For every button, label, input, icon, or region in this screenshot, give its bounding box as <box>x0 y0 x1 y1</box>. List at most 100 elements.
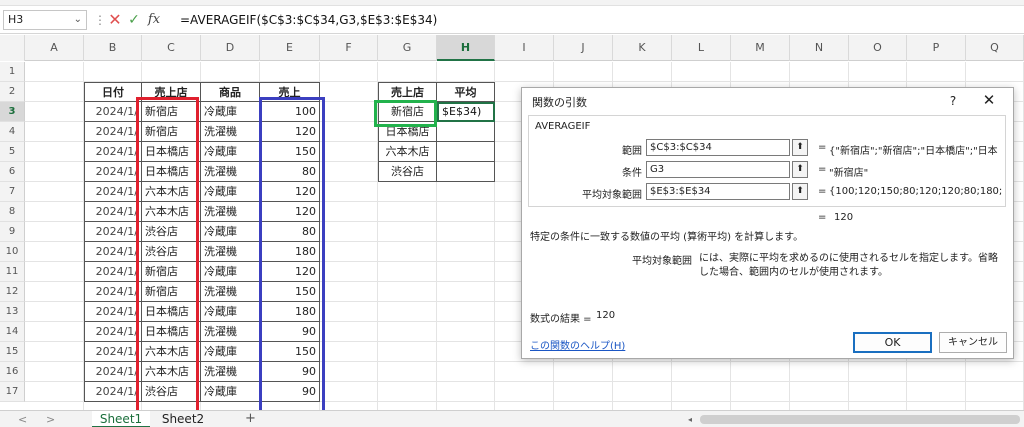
more-options-icon[interactable]: ⋮ <box>94 14 106 26</box>
sheet-tab-sheet1[interactable]: Sheet1 <box>92 411 150 427</box>
sales-cell[interactable]: 90 <box>260 322 320 342</box>
column-header-j[interactable]: J <box>554 35 613 61</box>
cancel-button[interactable]: キャンセル <box>939 332 1007 353</box>
table-header-cell[interactable]: 日付 <box>84 82 142 102</box>
scroll-left-arrow-icon[interactable]: ◂ <box>688 411 692 427</box>
row-header-6[interactable]: 6 <box>0 162 25 182</box>
date-cell[interactable]: 2024/1/ <box>84 322 142 342</box>
summary-header-cell[interactable]: 売上店 <box>378 82 437 102</box>
product-cell[interactable]: 洗濯機 <box>201 242 260 262</box>
add-sheet-icon[interactable]: + <box>245 411 256 427</box>
date-cell[interactable]: 2024/1/ <box>84 282 142 302</box>
product-cell[interactable]: 冷蔵庫 <box>201 262 260 282</box>
row-header-5[interactable]: 5 <box>0 142 25 162</box>
row-header-10[interactable]: 10 <box>0 242 25 262</box>
product-cell[interactable]: 冷蔵庫 <box>201 342 260 362</box>
active-cell-h3[interactable]: $E$34) <box>437 102 495 122</box>
summary-store-cell[interactable]: 日本橋店 <box>378 122 437 142</box>
date-cell[interactable]: 2024/1/ <box>84 182 142 202</box>
collapse-dialog-icon[interactable]: ⬆ <box>792 183 808 200</box>
sales-cell[interactable]: 90 <box>260 382 320 402</box>
range-input[interactable]: $C$3:$C$34 <box>646 139 790 156</box>
date-cell[interactable]: 2024/1/ <box>84 142 142 162</box>
column-header-l[interactable]: L <box>672 35 731 61</box>
formula-input[interactable]: =AVERAGEIF($C$3:$C$34,G3,$E$3:$E$34) <box>180 10 437 30</box>
summary-store-cell[interactable]: 六本木店 <box>378 142 437 162</box>
row-header-16[interactable]: 16 <box>0 362 25 382</box>
sales-cell[interactable]: 120 <box>260 202 320 222</box>
store-cell[interactable]: 渋谷店 <box>142 242 201 262</box>
date-cell[interactable]: 2024/1/ <box>84 362 142 382</box>
column-header-n[interactable]: N <box>790 35 849 61</box>
sheet-tab-sheet2[interactable]: Sheet2 <box>154 411 212 427</box>
average-range-input[interactable]: $E$3:$E$34 <box>646 183 790 200</box>
sales-cell[interactable]: 150 <box>260 282 320 302</box>
store-cell[interactable]: 日本橋店 <box>142 302 201 322</box>
row-header-15[interactable]: 15 <box>0 342 25 362</box>
date-cell[interactable]: 2024/1/ <box>84 342 142 362</box>
store-cell[interactable]: 日本橋店 <box>142 142 201 162</box>
summary-header-cell[interactable]: 平均 <box>437 82 495 102</box>
column-header-c[interactable]: C <box>142 35 201 61</box>
row-header-8[interactable]: 8 <box>0 202 25 222</box>
product-cell[interactable]: 洗濯機 <box>201 362 260 382</box>
store-cell[interactable]: 六本木店 <box>142 182 201 202</box>
store-cell[interactable]: 新宿店 <box>142 282 201 302</box>
name-box[interactable]: H3 ⌄ <box>3 10 87 30</box>
store-cell[interactable]: 六本木店 <box>142 202 201 222</box>
summary-store-cell[interactable]: 渋谷店 <box>378 162 437 182</box>
function-help-link[interactable]: この関数のヘルプ(H) <box>530 337 625 352</box>
product-cell[interactable]: 冷蔵庫 <box>201 102 260 122</box>
store-cell[interactable]: 渋谷店 <box>142 222 201 242</box>
store-cell[interactable]: 新宿店 <box>142 262 201 282</box>
row-header-2[interactable]: 2 <box>0 82 25 102</box>
store-cell[interactable]: 日本橋店 <box>142 162 201 182</box>
help-icon[interactable]: ? <box>945 92 961 110</box>
ok-button[interactable]: OK <box>853 332 932 353</box>
column-header-b[interactable]: B <box>84 35 142 61</box>
store-cell[interactable]: 渋谷店 <box>142 382 201 402</box>
column-header-d[interactable]: D <box>201 35 260 61</box>
enter-check-icon[interactable]: ✓ <box>126 10 142 30</box>
column-header-i[interactable]: I <box>495 35 554 61</box>
row-header-17[interactable]: 17 <box>0 382 25 402</box>
close-icon[interactable]: ✕ <box>979 90 999 110</box>
date-cell[interactable]: 2024/1/ <box>84 382 142 402</box>
chevron-down-icon[interactable]: ⌄ <box>74 11 82 29</box>
date-cell[interactable]: 2024/1/ <box>84 242 142 262</box>
summary-average-cell[interactable] <box>437 122 495 142</box>
scroll-left-icon[interactable]: < <box>18 411 27 427</box>
date-cell[interactable]: 2024/1/ <box>84 202 142 222</box>
row-header-1[interactable]: 1 <box>0 62 25 82</box>
column-header-g[interactable]: G <box>378 35 437 61</box>
sales-cell[interactable]: 150 <box>260 142 320 162</box>
date-cell[interactable]: 2024/1/ <box>84 302 142 322</box>
date-cell[interactable]: 2024/1/ <box>84 122 142 142</box>
product-cell[interactable]: 冷蔵庫 <box>201 382 260 402</box>
sales-cell[interactable]: 120 <box>260 182 320 202</box>
row-header-3[interactable]: 3 <box>0 102 25 122</box>
column-header-m[interactable]: M <box>731 35 790 61</box>
summary-average-cell[interactable] <box>437 142 495 162</box>
sales-cell[interactable]: 80 <box>260 222 320 242</box>
collapse-dialog-icon[interactable]: ⬆ <box>792 139 808 156</box>
store-cell[interactable]: 六本木店 <box>142 342 201 362</box>
date-cell[interactable]: 2024/1/ <box>84 262 142 282</box>
column-header-q[interactable]: Q <box>966 35 1024 61</box>
row-header-14[interactable]: 14 <box>0 322 25 342</box>
store-cell[interactable]: 日本橋店 <box>142 322 201 342</box>
column-header-o[interactable]: O <box>849 35 907 61</box>
product-cell[interactable]: 洗濯機 <box>201 202 260 222</box>
row-header-13[interactable]: 13 <box>0 302 25 322</box>
row-header-12[interactable]: 12 <box>0 282 25 302</box>
summary-store-cell[interactable]: 新宿店 <box>378 102 437 122</box>
criteria-input[interactable]: G3 <box>646 161 790 178</box>
product-cell[interactable]: 冷蔵庫 <box>201 142 260 162</box>
sales-cell[interactable]: 80 <box>260 162 320 182</box>
row-header-7[interactable]: 7 <box>0 182 25 202</box>
product-cell[interactable]: 洗濯機 <box>201 162 260 182</box>
sales-cell[interactable]: 90 <box>260 362 320 382</box>
column-header-k[interactable]: K <box>613 35 672 61</box>
sales-cell[interactable]: 180 <box>260 302 320 322</box>
cancel-icon[interactable]: ✕ <box>107 10 123 30</box>
